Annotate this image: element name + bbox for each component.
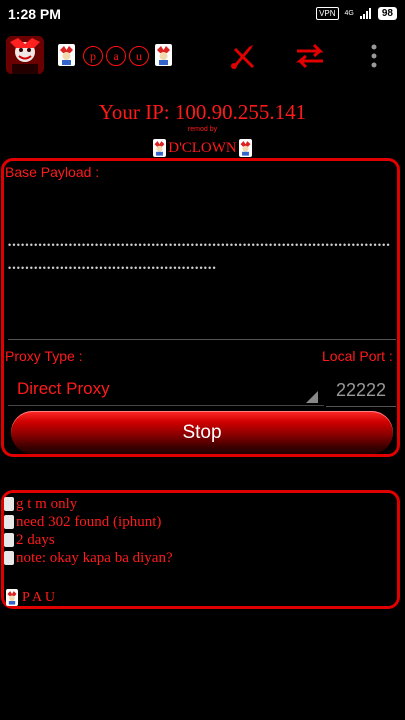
note-item: g t m only [4, 495, 173, 513]
local-port-label: Local Port : [322, 348, 393, 364]
jester-icon [153, 139, 167, 157]
remod-text: remod by [187, 126, 218, 133]
note-bullet-icon [4, 497, 14, 511]
more-vert-icon [371, 44, 377, 68]
local-port-value: 22222 [336, 380, 387, 400]
status-time: 1:28 PM [8, 6, 61, 22]
logo-letter-p: p [83, 46, 103, 66]
toolbar: p a u [0, 34, 405, 78]
stop-button[interactable]: Stop [11, 411, 393, 454]
swap-button[interactable] [292, 40, 328, 72]
status-bar: 1:28 PM VPN 4G 98 [0, 0, 405, 30]
network-label: 4G [344, 10, 354, 17]
launch-icon [231, 45, 255, 69]
notes-list: g t m only need 302 found (iphunt) 2 day… [4, 495, 173, 567]
note-bullet-icon [4, 551, 14, 565]
logo-letter-u: u [129, 46, 149, 66]
proxy-type-dropdown[interactable]: Direct Proxy [4, 372, 324, 406]
jester-icon [58, 44, 75, 66]
dropdown-arrow-icon [306, 391, 318, 403]
vpn-badge: VPN [316, 7, 339, 20]
note-bullet-icon [4, 533, 14, 547]
launch-button[interactable] [224, 40, 260, 72]
payload-underline [8, 339, 396, 340]
jester-icon [155, 44, 172, 66]
local-port-input[interactable]: 22222 [326, 374, 396, 407]
signal-icon [359, 8, 371, 19]
note-text: note: okay kapa ba diyan? [16, 549, 173, 566]
signature: P A U [6, 589, 55, 606]
battery-icon: 98 [377, 7, 397, 20]
proxy-type-label: Proxy Type : [5, 348, 83, 364]
note-text: 2 days [16, 531, 55, 548]
swap-icon [295, 43, 324, 69]
base-payload-label: Base Payload : [5, 164, 100, 180]
note-item: note: okay kapa ba diyan? [4, 549, 173, 567]
app-logo-icon [6, 36, 44, 74]
note-item: need 302 found (iphunt) [4, 513, 173, 531]
note-item: 2 days [4, 531, 173, 549]
more-options-button[interactable] [356, 40, 392, 72]
logo-letter-a: a [106, 46, 126, 66]
status-icons: VPN 4G 98 [316, 7, 397, 20]
dropdown-underline [8, 405, 324, 406]
note-text: g t m only [16, 495, 78, 512]
jester-icon [238, 139, 252, 157]
ip-address-text: Your IP: 100.90.255.141 [98, 100, 307, 124]
note-text: need 302 found (iphunt) [16, 513, 162, 530]
author-name: D'CLOWN [168, 139, 237, 156]
note-bullet-icon [4, 515, 14, 529]
payload-input[interactable]: ••••••••••••••••••••••••••••••••••••••••… [8, 234, 394, 280]
proxy-type-value: Direct Proxy [17, 379, 110, 398]
author-line: D'CLOWN [0, 139, 405, 157]
signature-text: P A U [22, 589, 55, 605]
jester-icon [6, 589, 18, 606]
